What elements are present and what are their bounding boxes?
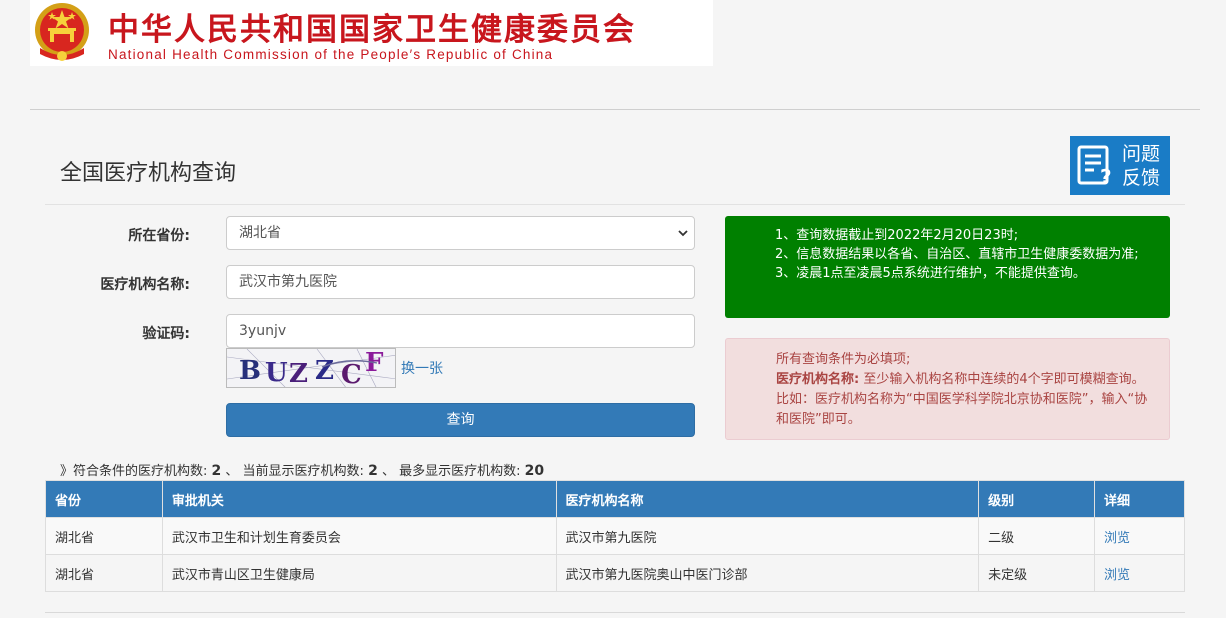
info-line-3: 3、凌晨1点至凌晨5点系统进行维护，不能提供查询。 [775,266,1086,281]
captcha-char: B [239,356,261,386]
view-detail-link[interactable]: 浏览 [1094,517,1185,555]
captcha-graphic: B U Z Z C F [227,349,395,388]
institution-name-input[interactable]: 武汉市第九医院 [226,265,695,299]
title-divider [45,204,1185,205]
captcha-char: Z [315,356,334,386]
feedback-line-2: 反馈 [1122,167,1161,189]
feedback-label: 问题 反馈 [1122,142,1168,190]
captcha-value: 3yunjv [239,323,287,339]
province-selected-value: 湖北省 [239,225,281,241]
warning-label: 医疗机构名称: [776,372,860,387]
header-divider [30,109,1200,110]
table-header-row: 省份 审批机关 医疗机构名称 级别 详细 [45,480,1185,518]
warning-line-1: 所有查询条件为必填项; [776,352,911,367]
cell-province: 湖北省 [45,517,163,555]
cell-approver: 武汉市青山区卫生健康局 [161,554,557,592]
cell-level: 未定级 [978,554,1096,592]
province-select[interactable]: 湖北省 [226,216,695,250]
national-emblem-icon [35,3,89,61]
captcha-char: C [341,360,362,388]
captcha-char: F [365,349,384,378]
summary-prefix: 》符合条件的医疗机构数: [60,464,208,479]
info-line-2: 2、信息数据结果以各省、自治区、直辖市卫生健康委数据为准; [775,247,1139,262]
feedback-form-icon: ? [1077,145,1112,188]
summary-sep-2: 、 最多显示医疗机构数: [381,464,521,479]
view-detail-link[interactable]: 浏览 [1094,554,1185,592]
feedback-button[interactable]: ? 问题 反馈 [1070,136,1170,195]
match-count: 2 [211,463,222,479]
warning-notice: 所有查询条件为必填项; 医疗机构名称: 至少输入机构名称中连续的4个字即可模糊查… [725,338,1170,440]
query-button[interactable]: 查询 [226,403,695,437]
captcha-label: 验证码: [142,326,190,342]
captcha-input[interactable]: 3yunjv [226,314,695,348]
cell-approver: 武汉市卫生和计划生育委员会 [161,517,557,555]
cell-institution: 武汉市第九医院奥山中医门诊部 [555,554,980,592]
header-level: 级别 [978,480,1096,518]
summary-sep-1: 、 当前显示医疗机构数: [225,464,364,479]
site-banner: 中华人民共和国国家卫生健康委员会 National Health Commiss… [30,0,713,66]
cell-level: 二级 [978,517,1096,555]
svg-text:?: ? [1100,165,1112,188]
banner-title-en: National Health Commission of the People… [108,47,554,62]
shown-count: 2 [368,463,378,479]
feedback-line-1: 问题 [1122,143,1161,165]
header-institution: 医疗机构名称 [555,480,980,518]
max-count: 20 [524,463,545,479]
institution-name-value: 武汉市第九医院 [239,274,337,290]
captcha-char: U [265,358,288,388]
header-detail: 详细 [1094,480,1185,518]
name-label: 医疗机构名称: [100,277,190,293]
page: 中华人民共和国国家卫生健康委员会 National Health Commiss… [0,0,1226,618]
warning-line-2: 医疗机构名称: 至少输入机构名称中连续的4个字即可模糊查询。比如：医疗机构名称为… [776,370,1153,430]
province-label: 所在省份: [128,228,190,244]
header-approver: 审批机关 [161,480,557,518]
cell-province: 湖北省 [45,554,163,592]
table-row: 湖北省 武汉市青山区卫生健康局 武汉市第九医院奥山中医门诊部 未定级 浏览 [45,554,1185,592]
info-notice: 1、查询数据截止到2022年2月20日23时; 2、信息数据结果以各省、自治区、… [725,216,1170,318]
refresh-captcha-link[interactable]: 换一张 [401,358,443,378]
result-summary: 》符合条件的医疗机构数: 2 、 当前显示医疗机构数: 2 、 最多显示医疗机构… [60,460,544,479]
captcha-image[interactable]: B U Z Z C F [226,348,396,388]
banner-title-cn: 中华人民共和国国家卫生健康委员会 [108,12,636,48]
page-title: 全国医疗机构查询 [60,161,237,186]
results-table: 省份 审批机关 医疗机构名称 级别 详细 湖北省 武汉市卫生和计划生育委员会 武… [45,480,1185,592]
chevron-down-icon [678,230,688,237]
info-line-1: 1、查询数据截止到2022年2月20日23时; [775,228,1019,243]
captcha-char: Z [289,359,308,388]
cell-institution: 武汉市第九医院 [555,517,980,555]
header-province: 省份 [45,480,163,518]
footer-divider [45,612,1185,613]
table-row: 湖北省 武汉市卫生和计划生育委员会 武汉市第九医院 二级 浏览 [45,517,1185,555]
